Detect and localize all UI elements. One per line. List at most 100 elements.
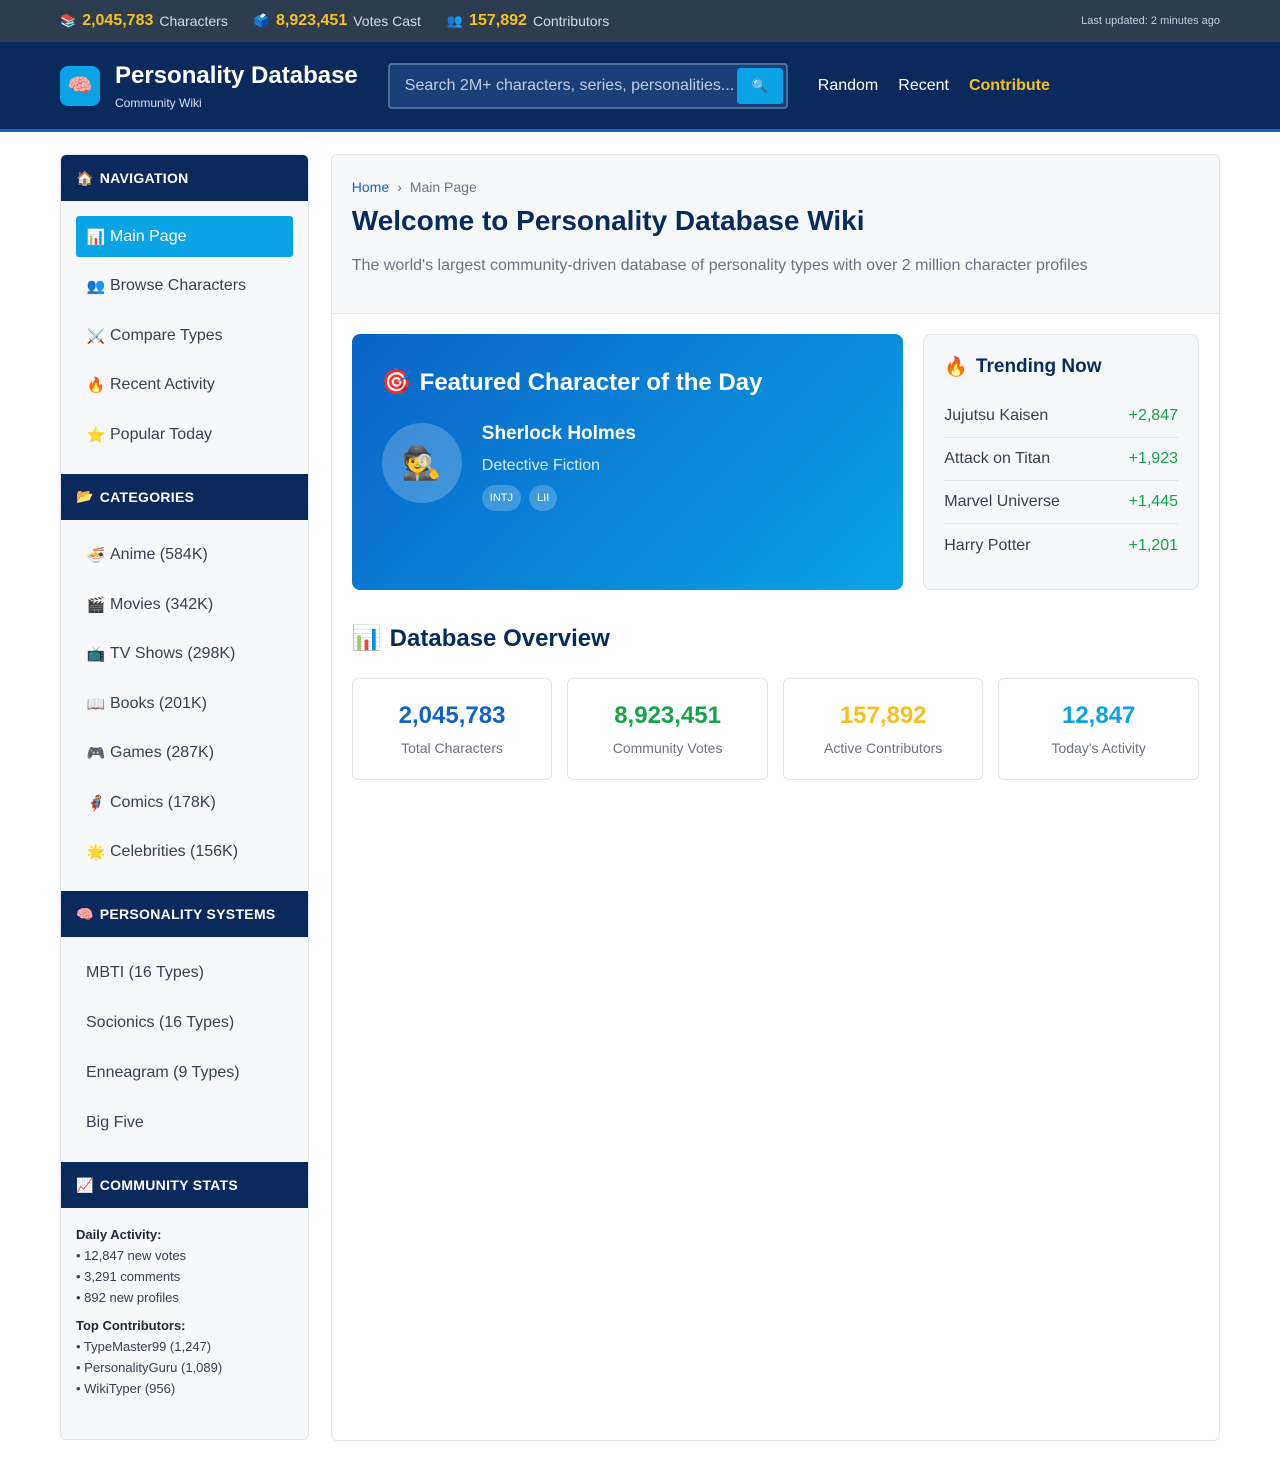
page-header: Home › Main Page Welcome to Personality … xyxy=(331,155,1219,314)
nav-recent-link[interactable]: Recent xyxy=(898,77,949,95)
page-title: Welcome to Personality Database Wiki xyxy=(351,205,865,236)
folder-icon: 📂 xyxy=(76,488,94,504)
sidebar-item-comics[interactable]: 🦸 Comics (178K) xyxy=(76,782,293,823)
ballot-box-icon: 🗳️ xyxy=(253,13,271,28)
trending-item[interactable]: Marvel Universe +1,445 xyxy=(944,481,1178,524)
sidebar-item-label: Books (201K) xyxy=(110,694,207,712)
navigation-list: 📊 Main Page 👥 Browse Characters ⚔️ Compa… xyxy=(61,201,308,474)
overview-title-text: Database Overview xyxy=(389,624,610,652)
sidebar-item-label: Compare Types xyxy=(110,326,223,344)
sidebar-item-popular-today[interactable]: ⭐ Popular Today xyxy=(76,414,293,455)
nav-random-link[interactable]: Random xyxy=(818,77,878,95)
sidebar-item-games[interactable]: 🎮 Games (287K) xyxy=(76,733,293,774)
card-label: Total Characters xyxy=(401,740,504,756)
featured-title-text: Featured Character of the Day xyxy=(419,368,763,396)
sidebar-section-categories: 📂 CATEGORIES xyxy=(61,473,308,520)
featured-title: 🎯 Featured Character of the Day xyxy=(382,368,873,397)
featured-character: 🕵️ Sherlock Holmes Detective Fiction INT… xyxy=(381,423,873,511)
trending-name: Harry Potter xyxy=(944,536,1031,554)
sidebar-item-mbti[interactable]: MBTI (16 Types) xyxy=(76,952,293,993)
star-icon: ⭐ xyxy=(86,426,106,444)
trending-delta: +1,445 xyxy=(1128,493,1178,510)
sidebar-item-label: Celebrities (156K) xyxy=(110,843,239,860)
site-stats: 📚 2,045,783 Characters 🗳️ 8,923,451 Vote… xyxy=(60,12,609,30)
site-subtitle: Community Wiki xyxy=(115,95,202,110)
brain-icon: 🧠 xyxy=(76,905,94,922)
stat-characters: 📚 2,045,783 Characters xyxy=(60,12,228,30)
sidebar-item-enneagram[interactable]: Enneagram (9 Types) xyxy=(76,1052,293,1093)
sidebar-item-celebrities[interactable]: 🌟 Celebrities (156K) xyxy=(76,832,293,873)
sidebar-item-big-five[interactable]: Big Five xyxy=(76,1102,293,1143)
stat-label: Characters xyxy=(159,13,228,29)
featured-row: 🎯 Featured Character of the Day 🕵️ Sherl… xyxy=(351,334,1199,590)
sidebar-item-label: Games (287K) xyxy=(110,744,215,761)
trending-item[interactable]: Attack on Titan +1,923 xyxy=(944,438,1178,481)
sidebar-item-movies[interactable]: 🎬 Movies (342K) xyxy=(76,584,293,625)
sidebar-item-socionics[interactable]: Socionics (16 Types) xyxy=(76,1002,293,1043)
main-content: Home › Main Page Welcome to Personality … xyxy=(330,154,1220,1441)
home-icon: 🏠 xyxy=(76,169,94,186)
noodles-icon: 🍜 xyxy=(86,547,106,564)
sidebar-item-browse-characters[interactable]: 👥 Browse Characters xyxy=(76,266,293,307)
systems-list: MBTI (16 Types) Socionics (16 Types) Enn… xyxy=(61,937,308,1162)
books-icon: 📚 xyxy=(60,13,77,28)
sidebar-item-label: TV Shows (298K) xyxy=(110,645,236,662)
trending-panel: 🔥 Trending Now Jujutsu Kaisen +2,847 Att… xyxy=(923,334,1199,590)
nav-contribute-link[interactable]: Contribute xyxy=(969,77,1050,95)
breadcrumb-current: Main Page xyxy=(409,179,477,195)
site-logo[interactable]: 🧠 Personality Database Community Wiki xyxy=(60,62,358,110)
top-contributors-label: Top Contributors: xyxy=(76,1318,186,1333)
sidebar-item-tv-shows[interactable]: 📺 TV Shows (298K) xyxy=(76,634,293,675)
trending-item[interactable]: Harry Potter +1,201 xyxy=(944,524,1178,567)
bar-chart-icon: 📊 xyxy=(351,625,382,652)
section-title: CATEGORIES xyxy=(99,488,195,505)
section-title: NAVIGATION xyxy=(99,170,189,186)
trending-list: Jujutsu Kaisen +2,847 Attack on Titan +1… xyxy=(944,395,1178,567)
type-badge-socionics[interactable]: LII xyxy=(529,485,558,511)
superhero-icon: 🦸 xyxy=(86,794,106,812)
top-stats-bar: 📚 2,045,783 Characters 🗳️ 8,923,451 Vote… xyxy=(0,0,1280,42)
sidebar-item-compare-types[interactable]: ⚔️ Compare Types xyxy=(76,315,293,356)
sidebar-item-anime[interactable]: 🍜 Anime (584K) xyxy=(76,535,293,576)
type-badge-mbti[interactable]: INTJ xyxy=(481,485,522,511)
overview-card-total-characters: 2,045,783 Total Characters xyxy=(351,678,553,780)
trending-delta: +2,847 xyxy=(1128,407,1178,424)
character-info: Sherlock Holmes Detective Fiction INTJ L… xyxy=(481,423,636,511)
sidebar-item-label: Recent Activity xyxy=(110,376,215,393)
contributor-item: • WikiTyper (956) xyxy=(76,1381,176,1396)
fire-icon: 🔥 xyxy=(944,357,968,378)
type-badges: INTJ LII xyxy=(481,485,636,511)
gamepad-icon: 🎮 xyxy=(86,745,106,762)
daily-activity-item: • 892 new profiles xyxy=(76,1290,179,1305)
search-input[interactable] xyxy=(404,76,737,95)
section-title: COMMUNITY STATS xyxy=(99,1177,239,1193)
detective-avatar-icon: 🕵️ xyxy=(381,423,462,503)
daily-activity-item: • 12,847 new votes xyxy=(76,1248,187,1263)
overview-cards: 2,045,783 Total Characters 8,923,451 Com… xyxy=(351,678,1199,780)
fire-icon: 🔥 xyxy=(86,377,106,394)
sidebar-section-community-stats: 📈 COMMUNITY STATS xyxy=(61,1162,308,1208)
header-nav: Random Recent Contribute xyxy=(818,77,1050,95)
sidebar-item-label: Anime (584K) xyxy=(110,546,208,563)
trending-name: Jujutsu Kaisen xyxy=(944,407,1049,424)
search-icon: 🔍 xyxy=(751,77,768,93)
card-value: 12,847 xyxy=(1061,702,1136,729)
card-value: 8,923,451 xyxy=(614,702,721,729)
community-stats: Daily Activity: • 12,847 new votes • 3,2… xyxy=(61,1208,308,1415)
trending-name: Attack on Titan xyxy=(944,450,1051,467)
character-name[interactable]: Sherlock Holmes xyxy=(482,423,636,445)
sidebar-item-main-page[interactable]: 📊 Main Page xyxy=(76,216,293,257)
page-description: The world's largest community-driven dat… xyxy=(351,257,1088,274)
main-body: 🎯 Featured Character of the Day 🕵️ Sherl… xyxy=(332,314,1219,800)
card-label: Active Contributors xyxy=(824,740,943,756)
stat-value: 157,892 xyxy=(469,12,527,29)
sidebar-item-books[interactable]: 📖 Books (201K) xyxy=(76,683,293,724)
breadcrumb-separator: › xyxy=(397,179,402,195)
featured-character-card[interactable]: 🎯 Featured Character of the Day 🕵️ Sherl… xyxy=(351,334,904,590)
search-button[interactable]: 🔍 xyxy=(736,67,783,104)
trending-item[interactable]: Jujutsu Kaisen +2,847 xyxy=(944,395,1178,438)
stat-contributors: 👥 157,892 Contributors xyxy=(447,12,609,30)
breadcrumb-home-link[interactable]: Home xyxy=(352,179,389,195)
open-book-icon: 📖 xyxy=(86,695,106,713)
sidebar-item-recent-activity[interactable]: 🔥 Recent Activity xyxy=(76,365,293,406)
